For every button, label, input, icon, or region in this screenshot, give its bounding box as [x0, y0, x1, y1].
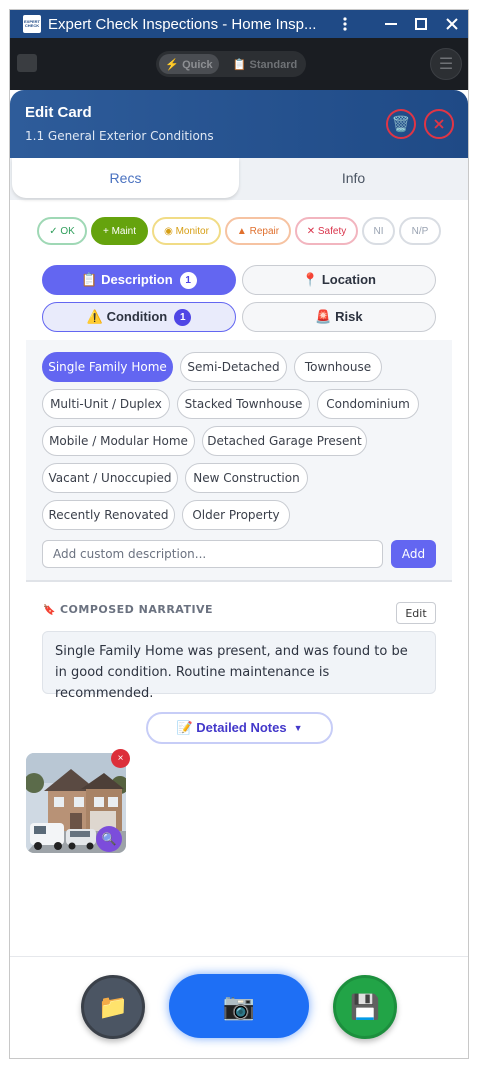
- condition-count-badge: 1: [174, 308, 192, 326]
- custom-description-input[interactable]: [42, 540, 383, 568]
- category-condition-button[interactable]: ⚠️ Condition 1: [42, 302, 236, 332]
- kebab-menu-icon[interactable]: [330, 10, 360, 38]
- option-vacant-unoccupied[interactable]: Vacant / Unoccupied: [42, 463, 178, 493]
- save-button[interactable]: 💾: [333, 975, 397, 1039]
- category-condition-label: ⚠️ Condition: [86, 309, 168, 324]
- category-location-label: 📍 Location: [302, 272, 376, 287]
- narrative-label: COMPOSED NARRATIVE: [59, 603, 214, 616]
- bookmark-icon: 🔖: [43, 605, 56, 616]
- window-title: Expert Check Inspections - Home Insp...: [48, 15, 317, 33]
- zoom-photo-button[interactable]: 🔍: [96, 826, 122, 852]
- detailed-notes-toggle[interactable]: 📝 Detailed Notes ▼: [146, 712, 333, 744]
- status-repair-chip[interactable]: ▲ Repair: [225, 217, 291, 245]
- option-detached-garage-present[interactable]: Detached Garage Present: [202, 426, 367, 456]
- description-count-badge: 1: [179, 271, 197, 289]
- title-bar: EXPERT CHECK Expert Check Inspections - …: [10, 10, 468, 38]
- close-window-icon[interactable]: [437, 10, 467, 38]
- magnifier-icon: 🔍: [101, 832, 117, 846]
- status-ok-chip[interactable]: ✓ OK: [37, 217, 87, 245]
- status-ni-chip[interactable]: NI: [362, 217, 395, 245]
- add-custom-button[interactable]: Add: [391, 540, 436, 568]
- delete-photo-button[interactable]: ×: [111, 749, 130, 768]
- status-maint-chip[interactable]: + Maint: [91, 217, 148, 245]
- option-semi-detached[interactable]: Semi-Detached: [180, 352, 287, 382]
- option-mobile-modular-home[interactable]: Mobile / Modular Home: [42, 426, 195, 456]
- delete-card-button[interactable]: 🗑️: [386, 109, 416, 139]
- modal-header: Edit Card 1.1 General Exterior Condition…: [10, 90, 468, 158]
- minimize-icon[interactable]: [376, 10, 406, 38]
- app-logo: EXPERT CHECK: [23, 15, 41, 33]
- folder-button[interactable]: 📁: [81, 975, 145, 1039]
- chevron-down-icon: ▼: [293, 723, 303, 733]
- tab-info[interactable]: Info: [239, 158, 468, 198]
- status-safety-chip[interactable]: ✕ Safety: [295, 217, 358, 245]
- category-risk-label: 🚨 Risk: [315, 309, 363, 324]
- category-risk-button[interactable]: 🚨 Risk: [242, 302, 436, 332]
- background-mode-toggle: ⚡ Quick 📋 Standard: [156, 51, 306, 77]
- camera-button[interactable]: 📷: [169, 974, 309, 1038]
- options-panel: Single Family Home Semi-Detached Townhou…: [26, 340, 452, 582]
- logo-text: EXPERT CHECK: [23, 19, 40, 28]
- background-back-icon: [17, 54, 37, 72]
- option-new-construction[interactable]: New Construction: [185, 463, 308, 493]
- narrative-heading: 🔖 COMPOSED NARRATIVE: [43, 603, 213, 616]
- folder-icon: 📁: [98, 993, 128, 1021]
- close-icon: [434, 119, 444, 129]
- category-description-label: 📋 Description: [81, 272, 173, 287]
- option-recently-renovated[interactable]: Recently Renovated: [42, 500, 175, 530]
- save-icon: 💾: [350, 993, 380, 1021]
- status-np-chip[interactable]: N/P: [399, 217, 441, 245]
- tab-recs[interactable]: Recs: [12, 158, 239, 198]
- option-stacked-townhouse[interactable]: Stacked Townhouse: [177, 389, 310, 419]
- category-location-button[interactable]: 📍 Location: [242, 265, 436, 295]
- option-townhouse[interactable]: Townhouse: [294, 352, 382, 382]
- modal-subtitle: 1.1 General Exterior Conditions: [25, 129, 214, 143]
- tab-bar: Recs Info: [10, 158, 468, 200]
- narrative-text: Single Family Home was present, and was …: [42, 631, 436, 701]
- status-monitor-chip[interactable]: ◉ Monitor: [152, 217, 221, 245]
- category-description-button[interactable]: 📋 Description 1: [42, 265, 236, 295]
- option-multi-unit-duplex[interactable]: Multi-Unit / Duplex: [42, 389, 170, 419]
- camera-icon: 📷: [222, 990, 256, 1021]
- background-menu-icon: ☰: [430, 48, 462, 80]
- option-older-property[interactable]: Older Property: [182, 500, 290, 530]
- maximize-icon[interactable]: [406, 10, 436, 38]
- trash-icon: 🗑️: [391, 116, 411, 133]
- bottom-action-bar: 📁 📷 💾: [10, 956, 468, 1058]
- option-single-family-home[interactable]: Single Family Home: [42, 352, 173, 382]
- app-window: EXPERT CHECK Expert Check Inspections - …: [9, 9, 469, 1059]
- option-condominium[interactable]: Condominium: [317, 389, 419, 419]
- modal-title: Edit Card: [25, 104, 92, 121]
- background-quick-mode: ⚡ Quick: [159, 54, 219, 74]
- detailed-notes-label: 📝 Detailed Notes: [176, 720, 287, 735]
- edit-narrative-button[interactable]: Edit: [396, 602, 436, 624]
- background-app-bar: ⚡ Quick 📋 Standard ☰: [10, 38, 468, 90]
- close-modal-button[interactable]: [424, 109, 454, 139]
- background-standard-mode: 📋 Standard: [232, 58, 298, 71]
